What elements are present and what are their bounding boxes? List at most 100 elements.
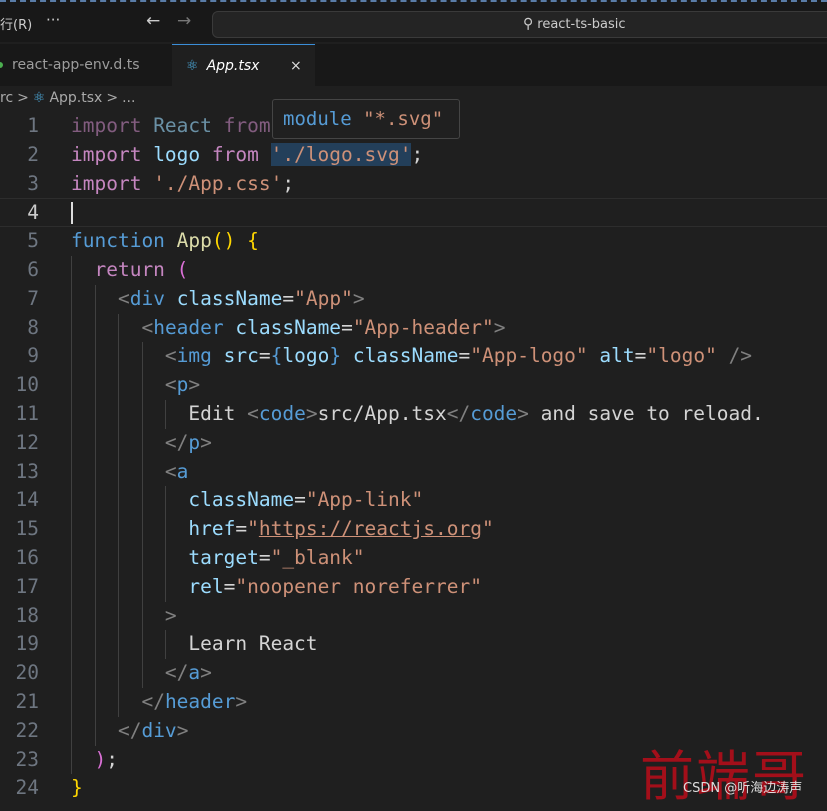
code-line[interactable]: 12 </p> <box>0 428 827 458</box>
code-line[interactable]: 7 <div className="App"> <box>0 284 827 314</box>
code-line[interactable]: 20 </a> <box>0 659 827 688</box>
breadcrumb: rc > ⚛ App.tsx >... <box>0 90 139 106</box>
code-token: Learn React <box>71 632 318 656</box>
code-line[interactable]: 21 </header> <box>0 687 827 717</box>
tab-react-app-env[interactable]: react-app-env.d.ts <box>0 44 170 86</box>
code-line[interactable]: 17 rel="noopener noreferrer" <box>0 572 827 602</box>
code-token: code <box>258 401 306 425</box>
tooltip-keyword: module <box>283 108 352 130</box>
code-token: div <box>129 286 177 310</box>
breadcrumb-src[interactable]: rc <box>0 90 13 106</box>
code-editor[interactable]: 1 import React from 2 import logo from './… <box>0 112 827 803</box>
code-token: ( <box>176 257 189 281</box>
line-number: 16 <box>15 545 39 569</box>
code-text: <header className="App-header"> <box>71 314 505 343</box>
code-token: > <box>200 661 212 685</box>
code-text: className="App-link" <box>71 486 423 515</box>
code-token: a <box>176 459 189 483</box>
search-text: react-ts-basic <box>537 17 626 32</box>
line-number: 19 <box>15 632 39 656</box>
breadcrumb-symbol[interactable]: ... <box>122 90 135 106</box>
code-line[interactable]: 19 Learn React <box>0 630 827 660</box>
code-token: ) <box>94 747 107 771</box>
line-number: 17 <box>15 574 39 598</box>
line-number: 12 <box>15 430 39 454</box>
code-token: alt <box>599 344 635 368</box>
code-token: className <box>235 315 342 339</box>
code-line[interactable]: 14 className="App-link" <box>0 486 827 516</box>
code-text: } <box>71 774 83 803</box>
code-token: } <box>71 776 83 800</box>
code-token: img <box>176 344 224 368</box>
code-line[interactable]: 10 <p> <box>0 371 827 400</box>
code-token: /> <box>728 344 753 368</box>
code-token: > <box>176 718 189 742</box>
tooltip-string: "*.svg" <box>363 108 444 130</box>
code-line[interactable]: 8 <header className="App-header"> <box>0 313 827 343</box>
code-token: "App-header" <box>352 315 494 339</box>
code-token: className <box>188 488 295 512</box>
code-text: return ( <box>71 256 188 285</box>
code-line[interactable]: 13 <a <box>0 457 827 487</box>
code-token: = <box>458 344 471 368</box>
code-token: > <box>200 430 212 454</box>
code-token: p <box>176 373 189 397</box>
tab-bar: react-app-env.d.ts ⚛ App.tsx × <box>0 44 827 86</box>
code-token: = <box>223 574 236 598</box>
code-text: </header> <box>71 688 247 717</box>
code-token: </ <box>117 718 142 742</box>
watermark-logo: 前端哥 <box>640 745 808 808</box>
code-text: <a <box>71 458 189 487</box>
tab-app-tsx[interactable]: ⚛ App.tsx × <box>172 44 315 86</box>
code-token: </ <box>164 430 189 454</box>
code-token: < <box>164 373 177 397</box>
line-number: 9 <box>27 344 39 368</box>
code-token: rel <box>188 574 224 598</box>
code-text: import React from <box>71 112 282 141</box>
code-line[interactable]: 9 <img src={logo} className="App-logo" a… <box>0 342 827 372</box>
code-line[interactable]: 18 > <box>0 601 827 631</box>
code-token: logo <box>282 344 330 368</box>
back-arrow-icon[interactable]: ← <box>146 11 160 31</box>
code-text: > <box>71 602 177 631</box>
line-number: 23 <box>15 747 39 771</box>
code-line[interactable]: 2 import logo from './logo.svg'; <box>0 141 827 170</box>
code-token: src <box>223 344 259 368</box>
command-center-search[interactable]: ⚲ react-ts-basic <box>212 11 827 38</box>
breadcrumb-file[interactable]: App.tsx <box>49 90 102 106</box>
menu-run[interactable]: 行(R) <box>0 14 32 33</box>
code-token: a <box>188 661 201 685</box>
code-token: https://reactjs.org <box>258 517 482 541</box>
line-number: 20 <box>15 661 39 685</box>
hover-tooltip: module "*.svg" <box>272 99 460 139</box>
code-token: </ <box>164 661 189 685</box>
react-icon: ⚛ <box>186 58 199 74</box>
code-token: > <box>517 401 529 425</box>
code-line[interactable]: 6 return ( <box>0 255 827 285</box>
code-line[interactable]: 16 target="_blank" <box>0 543 827 573</box>
code-line[interactable]: 4 <box>0 198 827 228</box>
code-token: App <box>176 229 212 253</box>
code-line[interactable]: 15 href="https://reactjs.org" <box>0 515 827 544</box>
code-line[interactable]: 11 Edit <code>src/App.tsx</code> and sav… <box>0 399 827 429</box>
code-line[interactable]: 5 function App() { <box>0 227 827 256</box>
close-icon[interactable]: × <box>290 45 302 87</box>
forward-arrow-icon[interactable]: → <box>177 11 191 31</box>
code-token: </ <box>446 401 471 425</box>
code-token: Edit <box>71 401 248 425</box>
code-token: "_blank" <box>270 545 365 569</box>
code-line[interactable]: 3 import './App.css'; <box>0 170 827 199</box>
code-token: = <box>282 286 295 310</box>
line-number: 24 <box>15 776 39 800</box>
title-bar: 行(R) ··· ← → ⚲ react-ts-basic <box>0 0 827 42</box>
tab-label: App.tsx <box>206 58 260 74</box>
code-token: div <box>141 718 177 742</box>
code-token: = <box>634 344 647 368</box>
more-menu-icon[interactable]: ··· <box>46 11 60 29</box>
